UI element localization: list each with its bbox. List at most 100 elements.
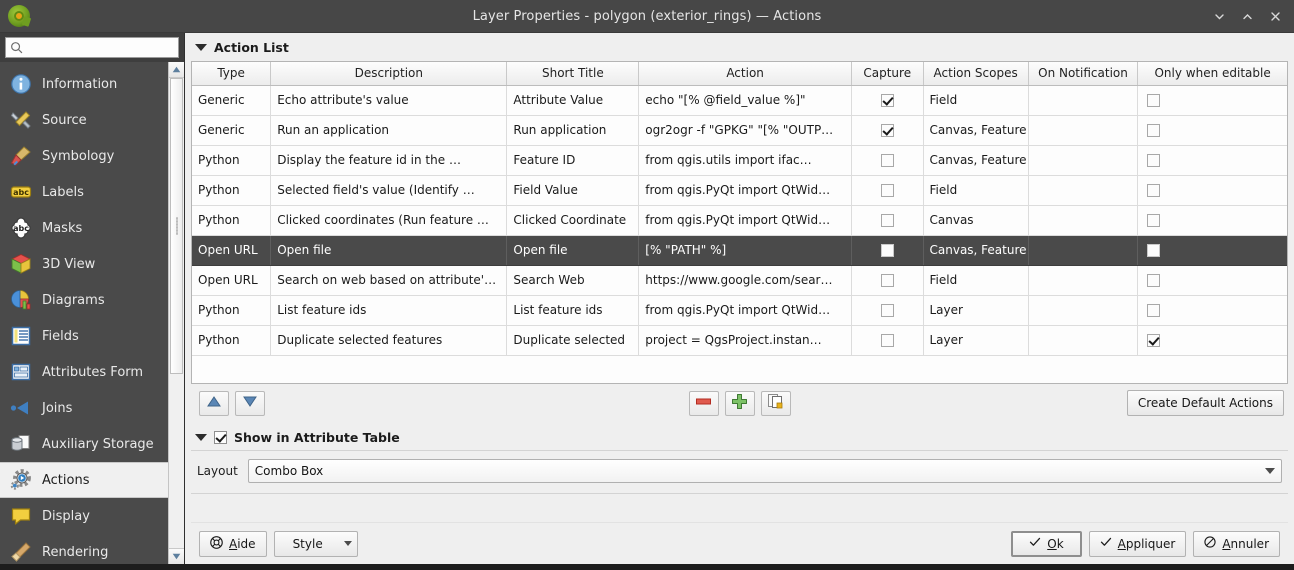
cell-short-title[interactable]: Search Web [507,265,639,295]
sidebar-scrollbar[interactable] [168,62,184,564]
cell-only-when-editable[interactable] [1138,145,1287,175]
table-row[interactable]: Open URLOpen fileOpen file[% "PATH" %]Ca… [192,235,1287,265]
cell-short-title[interactable]: Clicked Coordinate [507,205,639,235]
chevron-down-icon[interactable] [339,532,357,556]
capture-checkbox[interactable] [881,214,894,227]
scroll-down-icon[interactable] [169,548,184,564]
action-list-header[interactable]: Action List [191,33,1288,61]
cell-short-title[interactable]: Attribute Value [507,85,639,115]
column-header-type[interactable]: Type [192,62,271,85]
cell-description[interactable]: Open file [271,235,507,265]
apply-button[interactable]: Appliquer [1089,531,1187,557]
sidebar-item-attributes-form[interactable]: Attributes Form [0,354,168,390]
show-in-attribute-table-checkbox[interactable] [214,431,227,444]
cell-action-scopes[interactable]: Layer [923,325,1028,355]
column-header-action[interactable]: Action [639,62,852,85]
cell-type[interactable]: Python [192,205,271,235]
cell-only-when-editable[interactable] [1138,115,1287,145]
remove-action-button[interactable] [689,391,719,416]
cell-only-when-editable[interactable] [1138,265,1287,295]
cell-type[interactable]: Python [192,145,271,175]
cell-type[interactable]: Python [192,325,271,355]
cell-on-notification[interactable] [1028,145,1137,175]
column-header-only-when-editable[interactable]: Only when editable [1138,62,1287,85]
capture-checkbox[interactable] [881,304,894,317]
sidebar-item-symbology[interactable]: Symbology [0,138,168,174]
cell-on-notification[interactable] [1028,325,1137,355]
cell-short-title[interactable]: Run application [507,115,639,145]
only-when-editable-checkbox[interactable] [1147,184,1160,197]
cell-action-scopes[interactable]: Canvas, Feature [923,115,1028,145]
cell-on-notification[interactable] [1028,205,1137,235]
cell-action[interactable]: from qgis.PyQt import QtWid… [639,295,852,325]
column-header-short-title[interactable]: Short Title [507,62,639,85]
cell-description[interactable]: Run an application [271,115,507,145]
search-box[interactable] [5,37,179,58]
capture-checkbox[interactable] [881,274,894,287]
cell-action-scopes[interactable]: Canvas, Feature [923,235,1028,265]
cell-type[interactable]: Open URL [192,235,271,265]
only-when-editable-checkbox[interactable] [1147,154,1160,167]
chevron-up-icon[interactable] [1234,3,1260,29]
sidebar-scrollbar-track[interactable] [169,78,184,548]
cell-short-title[interactable]: Feature ID [507,145,639,175]
column-header-action-scopes[interactable]: Action Scopes [923,62,1028,85]
cell-only-when-editable[interactable] [1138,325,1287,355]
move-up-button[interactable] [199,391,229,416]
cell-short-title[interactable]: List feature ids [507,295,639,325]
column-header-on-notification[interactable]: On Notification [1028,62,1137,85]
add-action-button[interactable] [725,391,755,416]
cell-on-notification[interactable] [1028,295,1137,325]
cell-type[interactable]: Generic [192,115,271,145]
table-row[interactable]: GenericEcho attribute's valueAttribute V… [192,85,1287,115]
cell-action-scopes[interactable]: Layer [923,295,1028,325]
cell-action[interactable]: project = QgsProject.instan… [639,325,852,355]
cell-type[interactable]: Generic [192,85,271,115]
cell-action[interactable]: from qgis.PyQt import QtWid… [639,175,852,205]
sidebar-scrollbar-thumb[interactable] [170,78,183,374]
sidebar-item-masks[interactable]: abcMasks [0,210,168,246]
cell-short-title[interactable]: Field Value [507,175,639,205]
cell-only-when-editable[interactable] [1138,205,1287,235]
move-down-button[interactable] [235,391,265,416]
cell-capture[interactable] [851,265,923,295]
capture-checkbox[interactable] [881,334,894,347]
cell-action-scopes[interactable]: Field [923,85,1028,115]
cell-action-scopes[interactable]: Canvas [923,205,1028,235]
cell-action[interactable]: from qgis.utils import ifac… [639,145,852,175]
sidebar-item-joins[interactable]: Joins [0,390,168,426]
table-row[interactable]: PythonDuplicate selected featuresDuplica… [192,325,1287,355]
scroll-up-icon[interactable] [169,62,184,78]
cell-action-scopes[interactable]: Canvas, Feature [923,145,1028,175]
cell-capture[interactable] [851,235,923,265]
sidebar-item-source[interactable]: Source [0,102,168,138]
table-row[interactable]: PythonSelected field's value (Identify …… [192,175,1287,205]
column-header-description[interactable]: Description [271,62,507,85]
search-input[interactable] [27,40,174,56]
cell-description[interactable]: Echo attribute's value [271,85,507,115]
sidebar-item-diagrams[interactable]: Diagrams [0,282,168,318]
cell-capture[interactable] [851,85,923,115]
only-when-editable-checkbox[interactable] [1147,274,1160,287]
column-header-capture[interactable]: Capture [851,62,923,85]
cell-description[interactable]: Search on web based on attribute'… [271,265,507,295]
ok-button[interactable]: Ok [1011,531,1081,557]
cell-action[interactable]: echo "[% @field_value %]" [639,85,852,115]
table-row[interactable]: PythonClicked coordinates (Run feature …… [192,205,1287,235]
cell-on-notification[interactable] [1028,85,1137,115]
chevron-down-icon[interactable] [1206,3,1232,29]
capture-checkbox[interactable] [881,124,894,137]
capture-checkbox[interactable] [881,154,894,167]
cell-action-scopes[interactable]: Field [923,265,1028,295]
only-when-editable-checkbox[interactable] [1147,244,1160,257]
sidebar-item-labels[interactable]: abcLabels [0,174,168,210]
only-when-editable-checkbox[interactable] [1147,94,1160,107]
cell-type[interactable]: Open URL [192,265,271,295]
cell-action[interactable]: from qgis.PyQt import QtWid… [639,205,852,235]
style-button[interactable]: Style [274,531,358,557]
duplicate-action-button[interactable] [761,391,791,416]
show-in-attribute-table-header[interactable]: Show in Attribute Table [191,424,1288,450]
cell-on-notification[interactable] [1028,115,1137,145]
cancel-button[interactable]: Annuler [1193,531,1280,557]
cell-capture[interactable] [851,175,923,205]
